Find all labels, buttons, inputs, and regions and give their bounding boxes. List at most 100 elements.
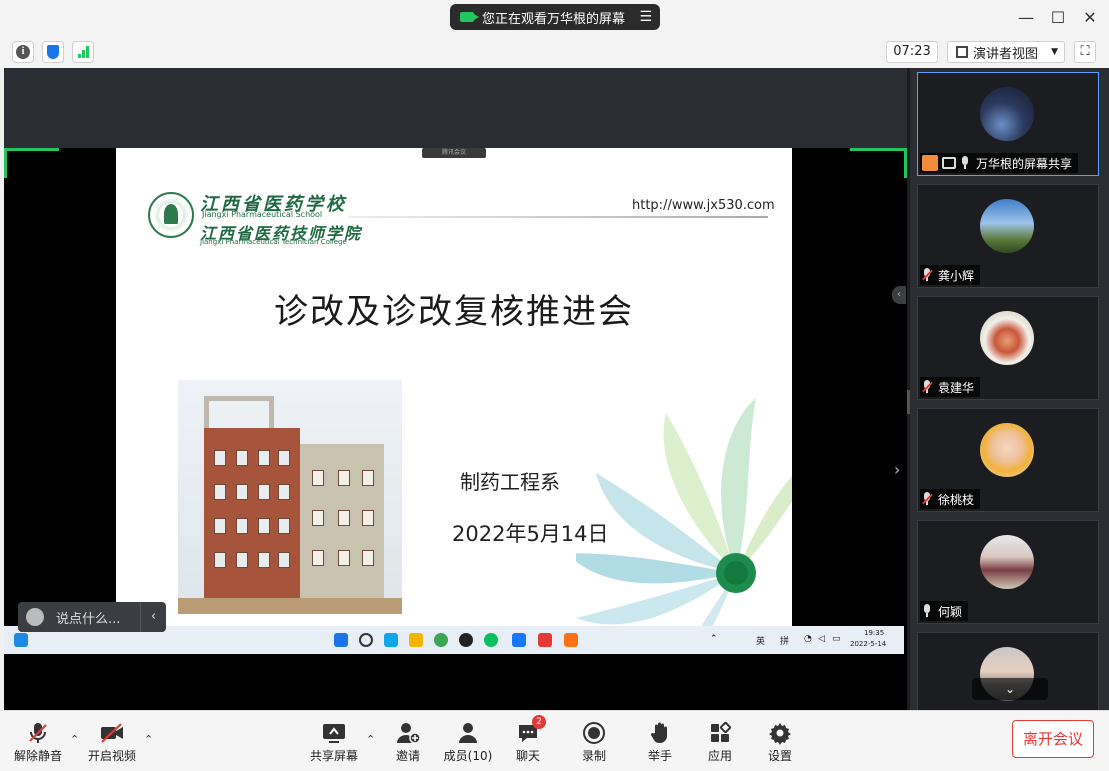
microphone-muted-icon xyxy=(8,721,68,745)
settings-label: 设置 xyxy=(767,749,792,763)
record-icon xyxy=(564,721,624,745)
avatar xyxy=(980,199,1034,253)
ime-language: 英 xyxy=(756,637,766,647)
raise-hand-label: 举手 xyxy=(647,749,672,763)
meeting-info-bar: i 07:23 演讲者视图 ▼ ⛶ xyxy=(0,36,1109,68)
department-name: 制药工程系 xyxy=(460,470,560,494)
chevron-left-icon[interactable]: ‹ xyxy=(140,602,166,632)
invite-button[interactable]: 邀请 xyxy=(378,721,438,764)
share-screen-label: 共享屏幕 xyxy=(309,749,358,763)
participant-nametag: 万华根的屏幕共享 xyxy=(920,153,1079,173)
share-screen-button[interactable]: 共享屏幕 xyxy=(304,721,364,764)
taskbar-clock-date: 2022-5-14 xyxy=(850,640,887,648)
battery-icon: ▭ xyxy=(832,634,841,644)
wps-icon xyxy=(538,633,552,647)
share-options-chevron[interactable]: ⌃ xyxy=(366,733,375,746)
building-photo xyxy=(178,380,402,614)
record-label: 录制 xyxy=(581,749,606,763)
meeting-timer: 07:23 xyxy=(886,41,938,63)
participant-tile[interactable]: 徐桃枝 xyxy=(917,408,1099,512)
menu-lines-icon[interactable]: ☰ xyxy=(639,9,652,25)
apps-label: 应用 xyxy=(707,749,732,763)
video-options-chevron[interactable]: ⌃ xyxy=(144,733,153,746)
participant-tile[interactable]: 万华根的屏幕共享 xyxy=(917,72,1099,176)
record-button[interactable]: 录制 xyxy=(564,721,624,764)
browser-icon xyxy=(434,633,448,647)
security-button[interactable] xyxy=(42,41,64,63)
view-mode-label: 演讲者视图 xyxy=(973,46,1039,62)
microphone-icon xyxy=(922,604,932,618)
scroll-down-button[interactable]: ⌄ xyxy=(972,678,1048,700)
start-video-label: 开启视频 xyxy=(87,749,136,763)
members-button[interactable]: 成员(10) xyxy=(438,721,498,764)
members-label: 成员(10) xyxy=(443,749,493,763)
meeting-info-button[interactable]: i xyxy=(12,41,34,63)
school-name-en: Jiangxi Pharmaceutical School xyxy=(202,210,323,219)
avatar xyxy=(980,535,1034,589)
unmute-button[interactable]: 解除静音 xyxy=(8,721,68,764)
chevron-down-icon: ▼ xyxy=(1051,47,1058,57)
participant-name: 徐桃枝 xyxy=(938,492,975,507)
participant-tile[interactable]: 何颖 xyxy=(917,520,1099,624)
presentation-slide: 腾讯会议 江西省医药学校 Jiangxi Pharmaceutical Scho… xyxy=(116,148,792,626)
participant-tile[interactable]: 袁建华 xyxy=(917,296,1099,400)
participant-nametag: 龚小辉 xyxy=(920,265,981,285)
minimize-button[interactable]: — xyxy=(1014,6,1038,30)
presentation-app-icon xyxy=(564,633,578,647)
share-border-corner xyxy=(4,148,7,178)
participant-tile[interactable]: 龚小辉 xyxy=(917,184,1099,288)
close-button[interactable]: ✕ xyxy=(1078,6,1102,30)
chat-button[interactable]: 2 聊天 xyxy=(498,715,558,764)
slide-overlay-tag: 腾讯会议 xyxy=(422,148,486,158)
avatar xyxy=(980,87,1034,141)
participant-nametag: 何颖 xyxy=(920,601,969,621)
settings-button[interactable]: 设置 xyxy=(750,721,810,764)
wifi-icon: ◔ xyxy=(804,634,812,644)
microphone-icon xyxy=(960,156,970,170)
desktop-icon xyxy=(384,633,398,647)
decorative-flower-graphic xyxy=(576,398,792,626)
slide-title: 诊改及诊改复核推进会 xyxy=(274,292,634,332)
user-icon xyxy=(922,155,938,171)
microphone-muted-icon xyxy=(922,492,932,506)
signal-bars-icon xyxy=(77,46,89,58)
collapse-panel-handle[interactable]: ‹ xyxy=(892,286,906,304)
start-video-button[interactable]: 开启视频 xyxy=(82,721,142,764)
unmute-label: 解除静音 xyxy=(13,749,62,763)
chevron-right-icon[interactable]: › xyxy=(894,460,900,479)
qq-icon xyxy=(459,633,473,647)
info-icon: i xyxy=(16,45,30,59)
participants-panel: 万华根的屏幕共享 龚小辉 袁建华 徐桃枝 何颖 ⌄ xyxy=(910,68,1109,710)
audio-options-chevron[interactable]: ⌃ xyxy=(70,733,79,746)
widgets-icon xyxy=(14,633,28,647)
share-banner-text: 您正在观看万华根的屏幕 xyxy=(482,11,626,27)
ime-mode: 拼 xyxy=(780,637,790,647)
header-rule xyxy=(348,216,768,218)
video-off-icon xyxy=(82,721,142,745)
video-camera-icon xyxy=(460,12,479,22)
meeting-app-icon xyxy=(512,633,526,647)
invite-label: 邀请 xyxy=(395,749,420,763)
view-mode-dropdown[interactable]: 演讲者视图 ▼ xyxy=(947,41,1065,63)
share-border-corner xyxy=(850,148,905,151)
speaker-icon: ◁ xyxy=(818,634,825,644)
start-menu-icon xyxy=(334,633,348,647)
participant-name: 龚小辉 xyxy=(938,268,975,283)
maximize-button[interactable]: ☐ xyxy=(1046,6,1070,30)
network-status-button[interactable] xyxy=(72,41,94,63)
hand-icon xyxy=(630,721,690,745)
emoji-icon[interactable] xyxy=(26,608,44,626)
chat-input[interactable]: 说点什么... ‹ xyxy=(18,602,166,632)
shield-icon xyxy=(47,45,59,59)
apps-button[interactable]: 应用 xyxy=(690,721,750,764)
fullscreen-button[interactable]: ⛶ xyxy=(1074,41,1096,63)
leave-meeting-button[interactable]: 离开会议 xyxy=(1012,720,1094,758)
avatar xyxy=(980,311,1034,365)
microphone-muted-icon xyxy=(922,380,932,394)
chat-bubble-icon: 2 xyxy=(498,715,558,745)
chat-placeholder: 说点什么... xyxy=(56,611,121,627)
chat-label: 聊天 xyxy=(515,749,540,763)
participant-name: 袁建华 xyxy=(938,380,975,395)
raise-hand-button[interactable]: 举手 xyxy=(630,721,690,764)
screen-share-banner[interactable]: 您正在观看万华根的屏幕 ☰ xyxy=(450,4,660,30)
